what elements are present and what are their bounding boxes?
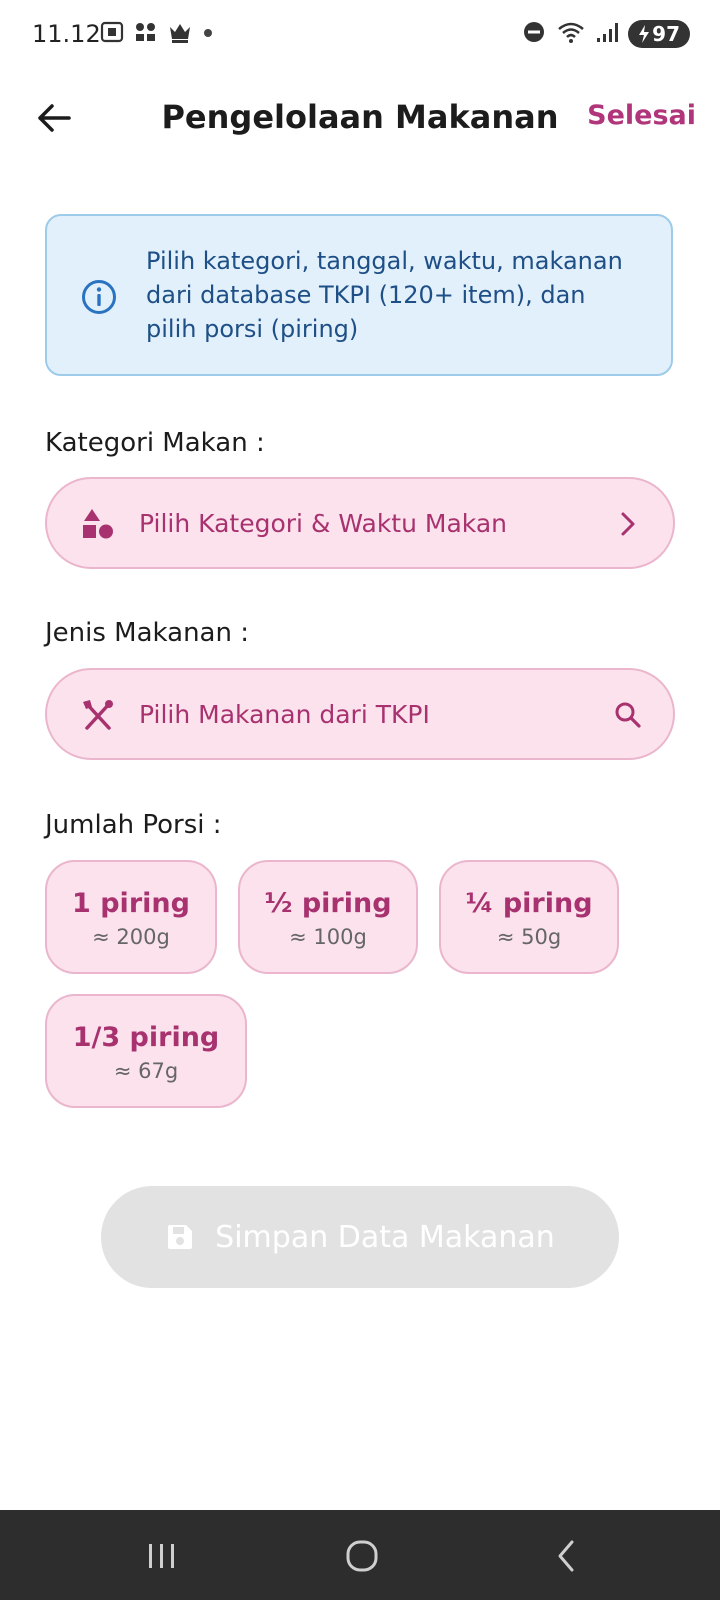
portion-option-label: ¼ piring (465, 888, 593, 919)
portion-option-quarter[interactable]: ¼ piring ≈ 50g (439, 860, 619, 974)
portion-option-weight: ≈ 200g (92, 925, 170, 949)
battery-level: 97 (652, 22, 680, 46)
arrow-left-icon (38, 104, 71, 132)
wifi-icon (556, 20, 586, 49)
utensils-icon (83, 700, 113, 730)
portion-option-weight: ≈ 100g (289, 925, 367, 949)
app-header: Pengelolaan Makanan Selesai (0, 80, 720, 156)
category-label: Kategori Makan : (45, 428, 265, 458)
apps-icon (134, 21, 158, 48)
battery-icon: 97 (628, 20, 690, 48)
info-circle-icon (82, 280, 116, 314)
portion-option-third[interactable]: 1/3 piring ≈ 67g (45, 994, 247, 1108)
status-bar: 11.12 97 (0, 0, 720, 68)
portion-label: Jumlah Porsi : (45, 810, 222, 840)
save-button[interactable]: Simpan Data Makanan (101, 1186, 619, 1288)
info-text-line: dari database TKPI (120+ item), dan (146, 281, 586, 309)
nav-back-button[interactable] (548, 1538, 588, 1574)
dot-icon (202, 21, 214, 48)
info-text-line: Pilih kategori, tanggal, waktu, makanan (146, 247, 623, 275)
food-select[interactable]: Pilih Makanan dari TKPI (45, 668, 675, 760)
back-icon (558, 1540, 574, 1572)
done-button[interactable]: Selesai (587, 100, 696, 131)
back-button[interactable] (32, 96, 76, 140)
portion-option-label: ½ piring (264, 888, 392, 919)
home-icon (346, 1540, 378, 1572)
info-card: Pilih kategori, tanggal, waktu, makanan … (45, 214, 673, 376)
info-text-line: pilih porsi (piring) (146, 315, 359, 343)
portion-option-label: 1/3 piring (72, 1022, 220, 1053)
signal-icon (596, 20, 619, 49)
page-title: Pengelolaan Makanan (161, 98, 559, 136)
food-placeholder: Pilih Makanan dari TKPI (139, 700, 430, 729)
portion-option-1[interactable]: 1 piring ≈ 200g (45, 860, 217, 974)
portion-option-weight: ≈ 67g (113, 1059, 179, 1083)
chevron-right-icon (621, 512, 635, 536)
do-not-disturb-icon (522, 20, 546, 49)
category-select[interactable]: Pilih Kategori & Waktu Makan (45, 477, 675, 569)
portion-option-half[interactable]: ½ piring ≈ 100g (238, 860, 418, 974)
recent-apps-button[interactable] (142, 1538, 182, 1574)
category-shapes-icon (83, 509, 113, 539)
portion-option-weight: ≈ 50g (496, 925, 562, 949)
crown-icon (168, 21, 192, 48)
screenshot-icon (100, 21, 124, 48)
portion-option-label: 1 piring (72, 888, 190, 919)
status-time: 11.12 (32, 20, 101, 48)
search-icon (615, 702, 641, 728)
category-placeholder: Pilih Kategori & Waktu Makan (139, 509, 507, 538)
info-text: Pilih kategori, tanggal, waktu, makanan … (146, 244, 656, 346)
food-label: Jenis Makanan : (45, 618, 249, 648)
recent-apps-icon (149, 1544, 174, 1568)
home-button[interactable] (342, 1538, 382, 1574)
save-icon (168, 1225, 193, 1249)
system-nav-bar (0, 1510, 720, 1600)
save-button-label: Simpan Data Makanan (215, 1219, 555, 1255)
